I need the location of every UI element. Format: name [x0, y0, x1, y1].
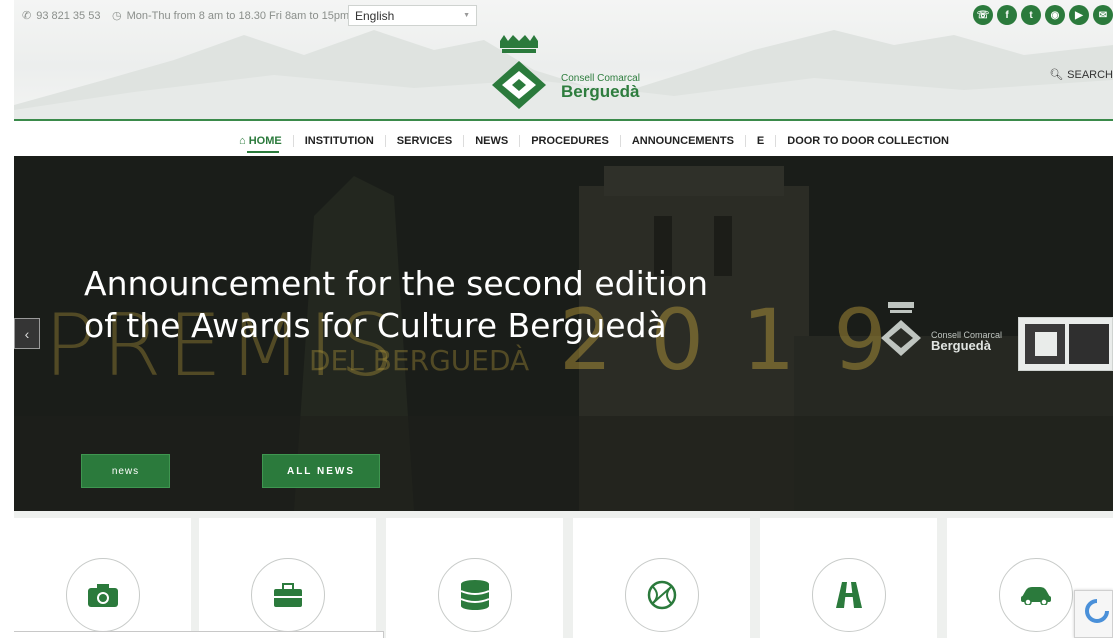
- recaptcha-badge[interactable]: [1074, 590, 1113, 638]
- search-button[interactable]: 🔍︎ SEARCH: [1049, 68, 1113, 82]
- phone-number: 93 821 35 53: [36, 9, 101, 22]
- youtube-icon[interactable]: ▶: [1069, 5, 1089, 25]
- cookie-notice: [14, 631, 384, 638]
- hero-logo-line2: Berguedà: [931, 338, 991, 353]
- road-icon: [835, 582, 862, 608]
- car-icon: [1020, 587, 1051, 605]
- slider-prev-button[interactable]: ‹: [14, 318, 40, 349]
- hero-title[interactable]: Announcement for the second edition of t…: [84, 263, 824, 347]
- nav-item-door-to-door[interactable]: DOOR TO DOOR COLLECTION: [776, 135, 960, 147]
- services-cards: [14, 511, 1113, 638]
- hours-text: Mon-Thu from 8 am to 18.30 Fri 8am to 15…: [126, 9, 350, 22]
- main-nav: ⌂ HOME INSTITUTION SERVICES NEWS PROCEDU…: [14, 121, 1113, 156]
- service-card[interactable]: [386, 518, 563, 638]
- search-icon: 🔍︎: [1049, 69, 1064, 81]
- twitter-icon[interactable]: t: [1021, 5, 1041, 25]
- nav-item-news[interactable]: NEWS: [464, 135, 521, 147]
- nav-item-services[interactable]: SERVICES: [386, 135, 465, 147]
- chevron-down-icon: ▼: [463, 12, 470, 19]
- page-margin: [0, 0, 14, 638]
- hero-slider: PREMIS DEL BERGUEDÀ 2019 Announcement fo…: [14, 156, 1113, 511]
- clock-icon: ◷: [112, 10, 122, 22]
- nav-item-institution[interactable]: INSTITUTION: [294, 135, 386, 147]
- language-select[interactable]: English ▼: [348, 5, 477, 26]
- all-news-button[interactable]: ALL NEWS: [262, 454, 380, 488]
- icon-circle: [65, 558, 140, 632]
- hero-logo: Consell Comarcal Berguedà: [876, 300, 1002, 375]
- icon-circle: [437, 558, 512, 632]
- service-card[interactable]: [199, 518, 376, 638]
- whatsapp-icon[interactable]: ☏: [973, 5, 993, 25]
- recaptcha-icon: [1085, 599, 1111, 623]
- hero-title-line1: Announcement for the second edition: [84, 264, 708, 303]
- briefcase-icon: [273, 583, 302, 607]
- phone-icon: ✆: [22, 10, 32, 22]
- top-bar: ✆ 93 821 35 53 ◷ Mon-Thu from 8 am to 18…: [14, 0, 1113, 31]
- nav-item-e[interactable]: E: [746, 135, 777, 147]
- language-value: English: [355, 8, 395, 23]
- coat-of-arms-icon: [881, 302, 921, 356]
- icon-circle: [624, 558, 699, 632]
- site-logo[interactable]: Consell Comarcal Berguedà: [480, 35, 640, 115]
- coat-of-arms-icon: [492, 35, 546, 109]
- nav-item-procedures[interactable]: PROCEDURES: [520, 135, 621, 147]
- home-icon: ⌂: [239, 135, 246, 147]
- icon-circle: [811, 558, 886, 632]
- email-icon[interactable]: ✉: [1093, 5, 1113, 25]
- service-card[interactable]: [760, 518, 937, 638]
- facebook-icon[interactable]: f: [997, 5, 1017, 25]
- search-label: SEARCH: [1067, 68, 1113, 81]
- icon-circle: [998, 558, 1073, 632]
- nav-item-home[interactable]: ⌂ HOME: [228, 135, 294, 147]
- camera-icon: [87, 584, 118, 607]
- nav-item-announcements[interactable]: ANNOUNCEMENTS: [621, 135, 746, 147]
- culture-badge-logo: [1018, 317, 1113, 371]
- service-card[interactable]: [573, 518, 750, 638]
- social-links: ☏ f t ◉ ▶ ✉: [973, 5, 1113, 25]
- service-card[interactable]: [14, 518, 191, 638]
- hero-title-line2: of the Awards for Culture Berguedà: [84, 306, 667, 345]
- instagram-icon[interactable]: ◉: [1045, 5, 1065, 25]
- nav-label: HOME: [248, 135, 282, 147]
- database-icon: [460, 580, 489, 610]
- active-underline: [247, 151, 279, 153]
- news-category-button[interactable]: news: [81, 454, 170, 488]
- opening-hours: ◷ Mon-Thu from 8 am to 18.30 Fri 8am to …: [112, 9, 350, 23]
- phone-contact[interactable]: ✆ 93 821 35 53: [22, 9, 101, 23]
- chevron-left-icon: ‹: [24, 325, 30, 342]
- hero-bg-subtitle: DEL BERGUEDÀ: [309, 344, 530, 377]
- icon-circle: [250, 558, 325, 632]
- basketball-icon: [647, 580, 676, 610]
- logo-line2: Berguedà: [561, 82, 640, 101]
